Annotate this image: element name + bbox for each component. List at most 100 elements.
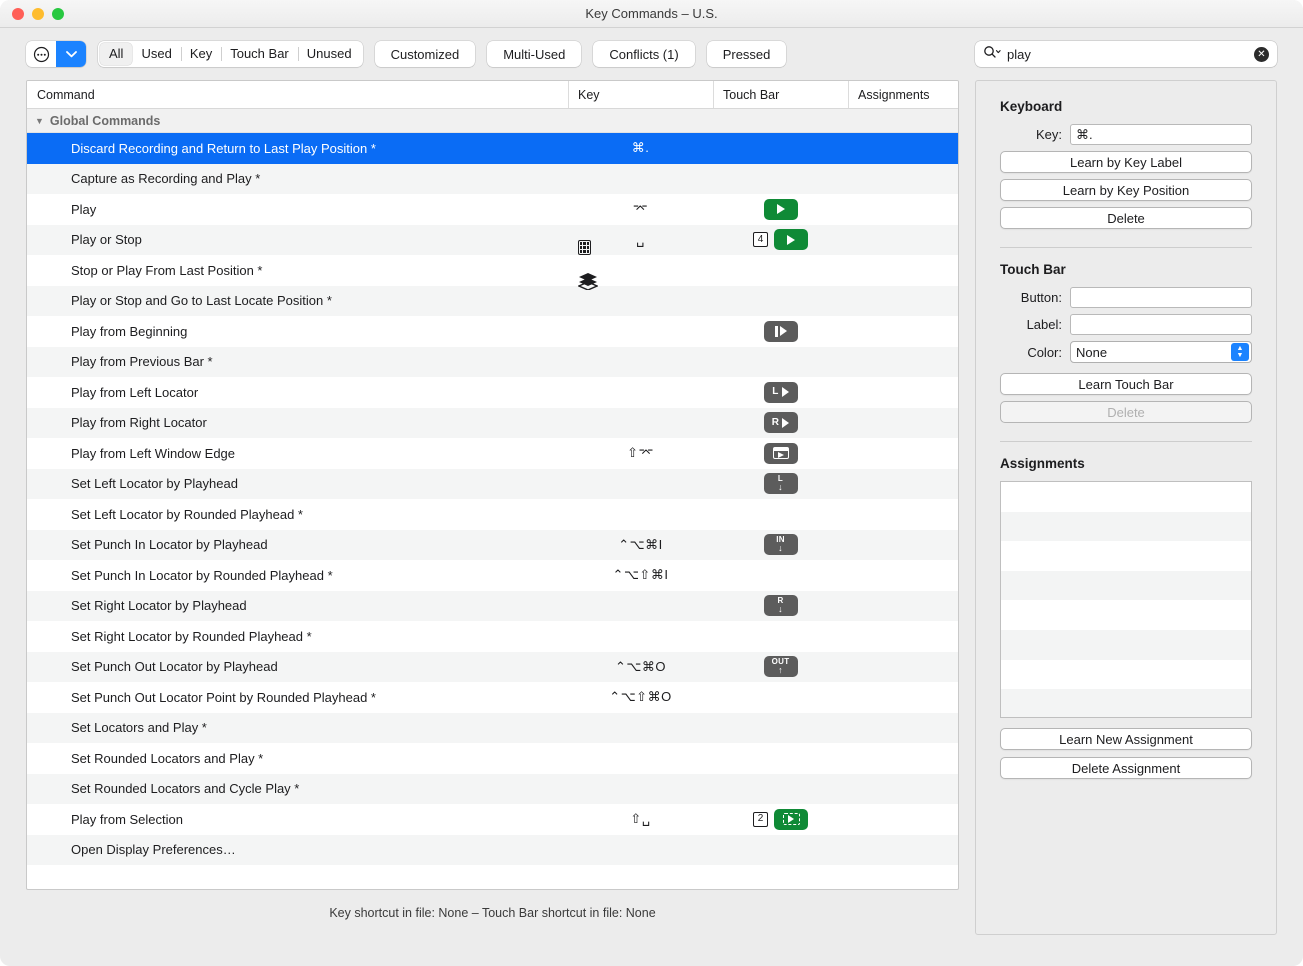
table-row[interactable]: Play from Previous Bar * xyxy=(27,347,958,378)
table-row[interactable]: Play from Left Locator L xyxy=(27,377,958,408)
delete-assignment-button[interactable]: Delete Assignment xyxy=(1000,757,1252,779)
touchbar-color-select[interactable]: None ▲▼ xyxy=(1070,341,1252,363)
group-label: Global Commands xyxy=(50,114,160,128)
list-item[interactable] xyxy=(1001,689,1251,718)
assignments-list[interactable] xyxy=(1000,481,1252,718)
table-row[interactable]: Play or Stop and Go to Last Locate Posit… xyxy=(27,286,958,317)
list-item[interactable] xyxy=(1001,600,1251,630)
table-row[interactable]: Set Punch In Locator by Playhead ⌃⌥⌘I IN… xyxy=(27,530,958,561)
filter-touch-bar[interactable]: Touch Bar xyxy=(221,43,298,65)
table-row[interactable]: Play from Selection ⇧␣ 2 xyxy=(27,804,958,835)
touchbar-button-input[interactable] xyxy=(1070,287,1252,308)
table-row[interactable]: Set Punch Out Locator Point by Rounded P… xyxy=(27,682,958,713)
touchbar-set-right-locator-icon[interactable]: R↓ xyxy=(764,595,798,616)
list-item[interactable] xyxy=(1001,512,1251,542)
table-row[interactable]: Discard Recording and Return to Last Pla… xyxy=(27,133,958,164)
touchbar-button-label: Button: xyxy=(1000,290,1062,305)
table-row[interactable]: Play or Stop ␣ 4 xyxy=(27,225,958,256)
window-title: Key Commands – U.S. xyxy=(0,6,1303,21)
list-item[interactable] xyxy=(1001,571,1251,601)
search-icon[interactable] xyxy=(983,45,1002,64)
chevron-down-icon[interactable] xyxy=(56,41,86,67)
table-row[interactable]: Set Rounded Locators and Cycle Play * xyxy=(27,774,958,805)
row-command: Set Right Locator by Playhead xyxy=(27,598,568,613)
clear-icon[interactable]: ✕ xyxy=(1254,47,1269,62)
keyboard-delete-button[interactable]: Delete xyxy=(1000,207,1252,229)
row-key: ⌘. xyxy=(632,140,650,156)
table-row[interactable]: Stop or Play From Last Position * xyxy=(27,255,958,286)
table-row[interactable]: Play from Right Locator R xyxy=(27,408,958,439)
touchbar-left-locator-play-icon[interactable]: L xyxy=(764,382,798,403)
column-header-command[interactable]: Command xyxy=(27,81,568,108)
table-row[interactable]: Set Left Locator by Rounded Playhead * xyxy=(27,499,958,530)
keyboard-section-title: Keyboard xyxy=(1000,99,1252,114)
filter-used[interactable]: Used xyxy=(132,43,180,65)
touchbar-set-left-locator-icon[interactable]: L↓ xyxy=(764,473,798,494)
column-header-touch-bar[interactable]: Touch Bar xyxy=(713,81,848,108)
table-row[interactable]: Play from Left Window Edge ⇧⌤ xyxy=(27,438,958,469)
conflicts-button[interactable]: Conflicts (1) xyxy=(593,41,694,67)
filter-all[interactable]: All xyxy=(100,43,132,65)
table-row[interactable]: Play from Beginning xyxy=(27,316,958,347)
chevron-up-down-icon[interactable]: ▲▼ xyxy=(1231,343,1249,361)
touchbar-window-edge-play-icon[interactable] xyxy=(764,443,798,464)
list-item[interactable] xyxy=(1001,541,1251,571)
column-header-key[interactable]: Key xyxy=(568,81,713,108)
ellipsis-circle-icon[interactable] xyxy=(26,41,56,67)
table-row[interactable]: Set Right Locator by Playhead R↓ xyxy=(27,591,958,622)
table-row[interactable]: Set Punch In Locator by Rounded Playhead… xyxy=(27,560,958,591)
filter-key[interactable]: Key xyxy=(181,43,221,65)
touchbar-color-label: Color: xyxy=(1000,345,1062,360)
touchbar-play-icon[interactable] xyxy=(764,199,798,220)
row-command: Set Rounded Locators and Cycle Play * xyxy=(27,781,568,796)
search-input[interactable]: play xyxy=(1007,47,1249,62)
column-header-assignments[interactable]: Assignments xyxy=(848,81,958,108)
table-header: Command Key Touch Bar Assignments xyxy=(27,81,958,109)
touchbar-right-locator-play-icon[interactable]: R xyxy=(764,412,798,433)
table-row[interactable]: Set Punch Out Locator by Playhead ⌃⌥⌘O O… xyxy=(27,652,958,683)
touchbar-punch-out-icon[interactable]: OUT↑ xyxy=(764,656,798,677)
table-row[interactable]: Capture as Recording and Play * xyxy=(27,164,958,195)
row-command: Stop or Play From Last Position * xyxy=(27,263,568,278)
table-row[interactable]: Set Locators and Play * xyxy=(27,713,958,744)
touchbar-play-from-beginning-icon[interactable] xyxy=(764,321,798,342)
customized-button[interactable]: Customized xyxy=(375,41,476,67)
close-icon[interactable] xyxy=(12,8,24,20)
minimize-icon[interactable] xyxy=(32,8,44,20)
learn-by-key-label-button[interactable]: Learn by Key Label xyxy=(1000,151,1252,173)
key-input[interactable]: ⌘. xyxy=(1070,124,1252,145)
assignment-layers-icon[interactable] xyxy=(578,273,598,295)
table-row[interactable]: Play ⌤ xyxy=(27,194,958,225)
touchbar-color-value: None xyxy=(1076,345,1107,360)
row-command: Set Rounded Locators and Play * xyxy=(27,751,568,766)
filter-unused[interactable]: Unused xyxy=(298,43,361,65)
search-field[interactable]: play ✕ xyxy=(975,41,1277,67)
touchbar-selection-play-icon[interactable] xyxy=(774,809,808,830)
list-item[interactable] xyxy=(1001,660,1251,690)
assignment-grid-icon[interactable] xyxy=(578,240,591,255)
multi-used-button[interactable]: Multi-Used xyxy=(487,41,581,67)
pressed-button[interactable]: Pressed xyxy=(707,41,787,67)
touchbar-punch-in-icon[interactable]: IN↓ xyxy=(764,534,798,555)
chevron-down-icon[interactable]: ▼ xyxy=(35,116,44,126)
touchbar-play-icon[interactable] xyxy=(774,229,808,250)
table-row[interactable]: Set Left Locator by Playhead L↓ xyxy=(27,469,958,500)
touchbar-label-input[interactable] xyxy=(1070,314,1252,335)
list-item[interactable] xyxy=(1001,482,1251,512)
row-key: ⌤ xyxy=(633,201,648,217)
learn-by-key-position-button[interactable]: Learn by Key Position xyxy=(1000,179,1252,201)
table-row[interactable]: Open Display Preferences… xyxy=(27,835,958,866)
learn-touch-bar-button[interactable]: Learn Touch Bar xyxy=(1000,373,1252,395)
row-command: Set Left Locator by Playhead xyxy=(27,476,568,491)
list-item[interactable] xyxy=(1001,630,1251,660)
zoom-icon[interactable] xyxy=(52,8,64,20)
touchbar-section-title: Touch Bar xyxy=(1000,262,1252,277)
touchbar-button-row: Button: xyxy=(1000,287,1252,308)
learn-new-assignment-button[interactable]: Learn New Assignment xyxy=(1000,728,1252,750)
table-row[interactable]: Set Rounded Locators and Play * xyxy=(27,743,958,774)
table-row[interactable]: Set Right Locator by Rounded Playhead * xyxy=(27,621,958,652)
row-command: Play from Right Locator xyxy=(27,415,568,430)
touchbar-color-row: Color: None ▲▼ xyxy=(1000,341,1252,363)
group-row-global-commands[interactable]: ▼ Global Commands xyxy=(27,109,958,133)
row-command: Play from Beginning xyxy=(27,324,568,339)
